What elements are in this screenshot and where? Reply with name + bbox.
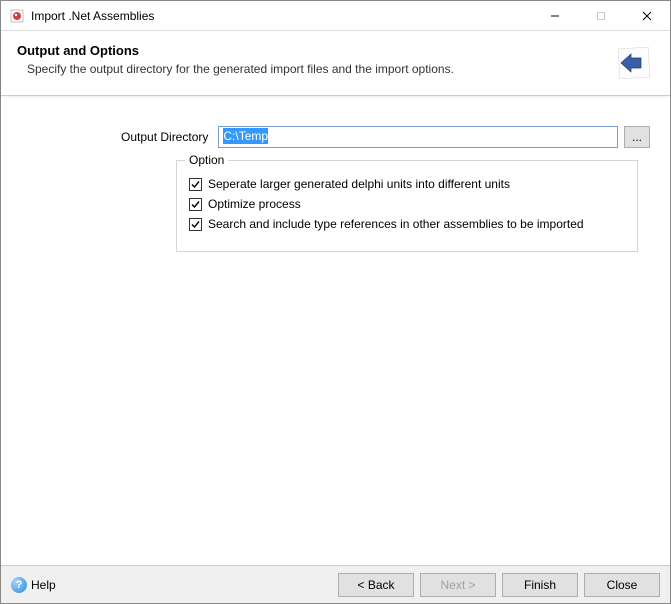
output-directory-label: Output Directory (121, 130, 208, 144)
option-group-legend: Option (185, 153, 228, 167)
help-icon: ? (11, 577, 27, 593)
checkbox-icon (189, 198, 202, 211)
checkbox-label: Optimize process (208, 197, 301, 211)
checkbox-separate-units[interactable]: Seperate larger generated delphi units i… (189, 177, 625, 191)
browse-button[interactable]: ... (624, 126, 650, 148)
checkbox-search-references[interactable]: Search and include type references in ot… (189, 217, 625, 231)
window-controls (532, 1, 670, 30)
minimize-button[interactable] (532, 1, 578, 30)
finish-button[interactable]: Finish (502, 573, 578, 597)
checkbox-icon (189, 218, 202, 231)
close-window-button[interactable] (624, 1, 670, 30)
option-group: Option Seperate larger generated delphi … (176, 160, 638, 252)
next-button: Next > (420, 573, 496, 597)
checkbox-optimize[interactable]: Optimize process (189, 197, 625, 211)
page-title: Output and Options (17, 43, 614, 58)
output-directory-row: Output Directory C:\Temp ... (121, 126, 650, 148)
wizard-header: Output and Options Specify the output di… (1, 31, 670, 96)
close-button[interactable]: Close (584, 573, 660, 597)
maximize-button[interactable] (578, 1, 624, 30)
checkbox-icon (189, 178, 202, 191)
output-directory-input[interactable]: C:\Temp (218, 126, 618, 148)
wizard-footer: ? Help < Back Next > Finish Close (1, 565, 670, 603)
checkbox-label: Search and include type references in ot… (208, 217, 584, 231)
page-subtitle: Specify the output directory for the gen… (17, 62, 614, 76)
checkbox-label: Seperate larger generated delphi units i… (208, 177, 510, 191)
back-button[interactable]: < Back (338, 573, 414, 597)
help-button[interactable]: Help (31, 578, 56, 592)
window-title: Import .Net Assemblies (31, 9, 532, 23)
titlebar: Import .Net Assemblies (1, 1, 670, 31)
content-area: Output Directory C:\Temp ... Option Sepe… (1, 96, 670, 576)
back-arrow-icon (614, 43, 654, 83)
app-icon (9, 8, 25, 24)
